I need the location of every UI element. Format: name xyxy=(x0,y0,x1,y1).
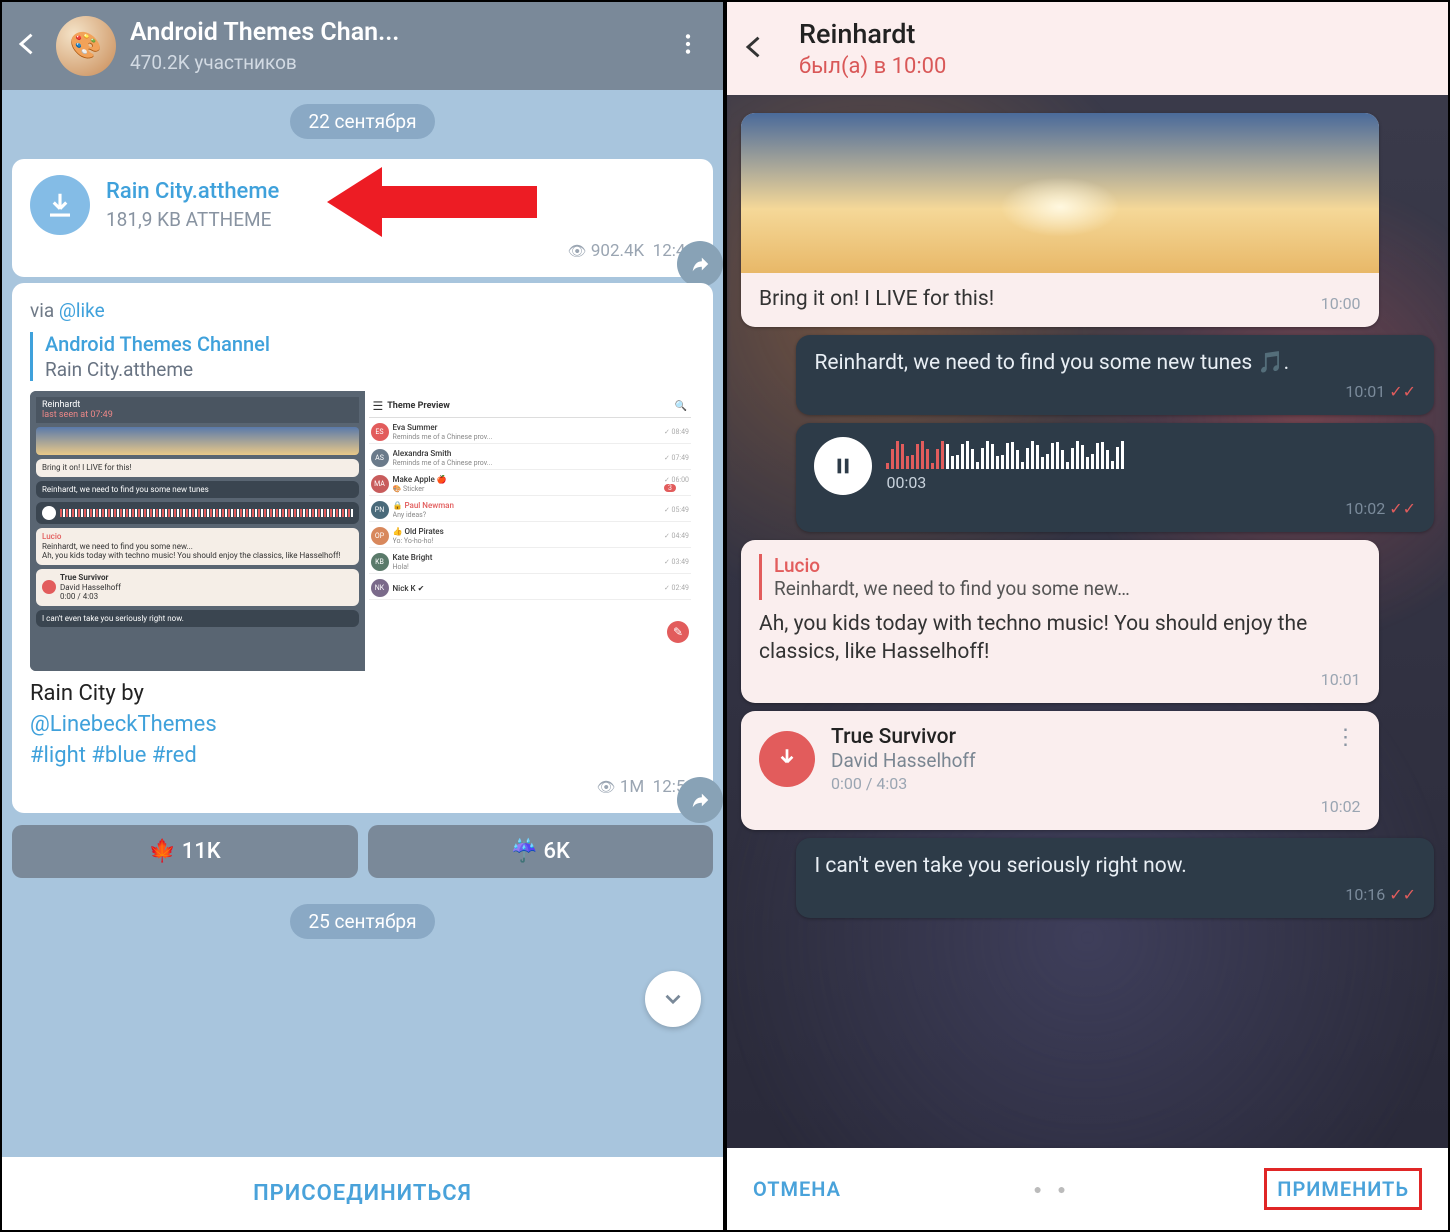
channel-header: 🎨 Android Themes Chan... 470.2K участник… xyxy=(2,2,723,90)
post-caption: Rain City by @LinebeckThemes #light #blu… xyxy=(30,679,695,771)
audio-more-icon[interactable]: ⋮ xyxy=(1331,725,1361,750)
channel-avatar[interactable]: 🎨 xyxy=(56,16,116,76)
channel-messages-area[interactable]: 22 сентября Rain City.attheme 181,9 KB A… xyxy=(2,90,723,1157)
left-screenshot: 🎨 Android Themes Chan... 470.2K участник… xyxy=(0,0,725,1232)
hashtags[interactable]: #light #blue #red xyxy=(30,743,197,768)
date-separator: 25 сентября xyxy=(290,904,434,939)
reaction-buttons: 🍁 11K ☔ 6K xyxy=(12,825,713,878)
outgoing-message[interactable]: I can't even take you seriously right no… xyxy=(796,838,1434,917)
compose-fab-icon: ✎ xyxy=(667,621,689,643)
back-icon[interactable] xyxy=(14,30,42,62)
via-line: via @like xyxy=(30,299,695,322)
cancel-button[interactable]: ОТМЕНА xyxy=(753,1177,841,1201)
audio-file-message[interactable]: True Survivor David Hasselhoff 0:00 / 4:… xyxy=(741,711,1379,830)
scroll-to-bottom-button[interactable] xyxy=(645,971,701,1027)
file-meta: 181,9 KB ATTHEME xyxy=(106,208,279,231)
file-name: Rain City.attheme xyxy=(106,179,279,204)
incoming-message[interactable]: Bring it on! I LIVE for this! 10:00 xyxy=(741,113,1379,327)
song-title: True Survivor xyxy=(831,725,976,749)
theme-preview-footer: ОТМЕНА ● ● ПРИМЕНИТЬ xyxy=(727,1148,1448,1230)
author-link[interactable]: @LinebeckThemes xyxy=(30,712,217,737)
chat-messages-area[interactable]: Bring it on! I LIVE for this! 10:00 Rein… xyxy=(727,95,1448,1148)
outgoing-message[interactable]: Reinhardt, we need to find you some new … xyxy=(796,335,1434,414)
views-icon xyxy=(597,777,620,797)
right-screenshot: Reinhardt был(а) в 10:00 Bring it on! I … xyxy=(725,0,1450,1232)
more-options-icon[interactable] xyxy=(665,31,711,61)
reaction-rain[interactable]: ☔ 6K xyxy=(368,825,714,878)
read-checkmarks-icon: ✓✓ xyxy=(1389,382,1416,401)
voice-message[interactable]: 00:03 10:02✓✓ xyxy=(796,423,1434,532)
date-separator: 22 сентября xyxy=(290,104,434,139)
forwarded-quote[interactable]: Android Themes Channel Rain City.attheme xyxy=(30,332,695,381)
chat-last-seen: был(а) в 10:00 xyxy=(799,54,946,79)
reply-quote[interactable]: Lucio Reinhardt, we need to find you som… xyxy=(759,554,1361,600)
theme-preview-image[interactable]: Reinhardtlast seen at 07:49 Bring it on!… xyxy=(30,391,695,671)
reaction-maple[interactable]: 🍁 11K xyxy=(12,825,358,878)
download-icon[interactable] xyxy=(759,731,815,787)
apply-button[interactable]: ПРИМЕНИТЬ xyxy=(1264,1168,1422,1210)
channel-title[interactable]: Android Themes Chan... xyxy=(130,18,665,47)
read-checkmarks-icon: ✓✓ xyxy=(1389,499,1416,518)
channel-subtitle: 470.2K участников xyxy=(130,51,665,74)
back-icon[interactable] xyxy=(741,33,769,65)
annotation-arrow-icon xyxy=(327,162,537,246)
chat-header: Reinhardt был(а) в 10:00 xyxy=(727,2,1448,95)
read-checkmarks-icon: ✓✓ xyxy=(1389,885,1416,904)
song-duration: 0:00 / 4:03 xyxy=(831,774,976,793)
pause-icon[interactable] xyxy=(814,437,872,495)
views-icon xyxy=(568,241,591,261)
post-message[interactable]: via @like Android Themes Channel Rain Ci… xyxy=(12,283,713,813)
share-icon[interactable] xyxy=(677,777,723,823)
message-photo[interactable] xyxy=(741,113,1379,273)
voice-elapsed: 00:03 xyxy=(886,473,1416,492)
page-indicator[interactable]: ● ● xyxy=(841,1181,1264,1198)
chat-title[interactable]: Reinhardt xyxy=(799,18,946,50)
voice-waveform[interactable] xyxy=(886,439,1416,469)
via-bot-link[interactable]: @like xyxy=(59,299,105,322)
join-button[interactable]: ПРИСОЕДИНИТЬСЯ xyxy=(2,1157,723,1230)
song-artist: David Hasselhoff xyxy=(831,749,976,772)
download-icon[interactable] xyxy=(30,175,90,235)
post-footer: 1M 12:50 xyxy=(30,777,695,797)
incoming-message-reply[interactable]: Lucio Reinhardt, we need to find you som… xyxy=(741,540,1379,704)
share-icon[interactable] xyxy=(677,241,723,287)
